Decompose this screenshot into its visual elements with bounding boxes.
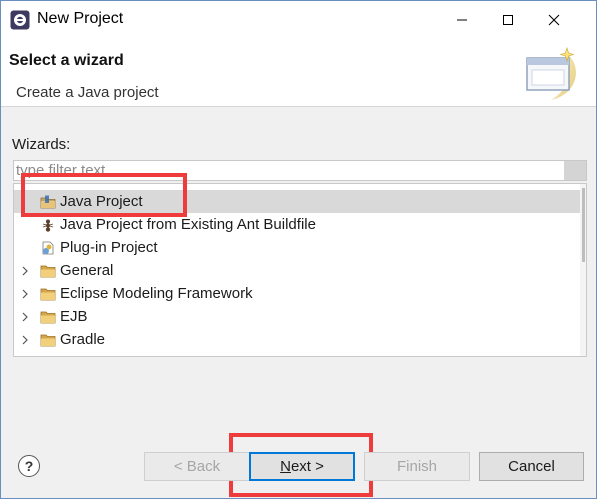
tree-item-label: EJB (60, 308, 88, 325)
minimize-button[interactable] (439, 1, 485, 38)
cancel-button[interactable]: Cancel (479, 452, 584, 481)
banner-description: Create a Java project (16, 84, 159, 101)
new-project-dialog: New Project Select a wizard Create a Jav… (0, 0, 597, 499)
finish-button[interactable]: Finish (364, 452, 470, 481)
close-icon (548, 14, 560, 25)
window-title: New Project (37, 10, 124, 27)
tree-item-label: Plug-in Project (60, 239, 158, 256)
tree-item-label: Eclipse Modeling Framework (60, 285, 253, 302)
highlight-java-project (21, 173, 187, 217)
tree-scrollbar[interactable] (580, 184, 586, 356)
folder-icon (39, 354, 57, 357)
next-button-label: Next > (280, 458, 324, 475)
tree-item-label: General (60, 262, 114, 279)
wizard-banner: Select a wizard Create a Java project (1, 38, 596, 107)
back-button[interactable]: < Back (144, 452, 250, 481)
tree-item-eclipse-modeling-framework[interactable]: Eclipse Modeling Framework (14, 282, 580, 305)
tree-item-label: Java Project from Existing Ant Buildfile (60, 216, 316, 233)
eclipse-app-icon (10, 10, 30, 30)
tree-item-general[interactable]: General (14, 259, 580, 282)
expand-chevron-icon[interactable] (20, 305, 30, 328)
folder-icon (39, 308, 57, 326)
tree-item-ejb[interactable]: EJB (14, 305, 580, 328)
tree-item-label: Gradle (60, 331, 106, 348)
title-bar: New Project (1, 1, 596, 38)
expand-chevron-icon[interactable] (20, 259, 30, 282)
plugin-project-icon (39, 239, 57, 257)
tree-item-plugin-project[interactable]: Plug-in Project (14, 236, 580, 259)
wizards-label: Wizards: (12, 136, 71, 153)
banner-title: Select a wizard (9, 52, 124, 69)
close-button[interactable] (531, 1, 577, 38)
ant-icon (39, 216, 57, 234)
help-button[interactable]: ? (18, 455, 40, 477)
tree-scrollbar-thumb[interactable] (582, 188, 585, 262)
minimize-icon (457, 19, 467, 20)
folder-icon (39, 285, 57, 303)
expand-chevron-icon[interactable] (20, 328, 30, 351)
tree-item-gradle[interactable]: Gradle (14, 328, 580, 351)
next-label-rest: ext > (290, 458, 324, 475)
maximize-button[interactable] (485, 1, 531, 38)
next-mnemonic: N (280, 458, 291, 475)
wizard-banner-icon (526, 47, 576, 100)
maximize-icon (503, 14, 513, 25)
folder-icon (39, 331, 57, 349)
tree-item-partial[interactable] (14, 351, 580, 357)
expand-chevron-icon[interactable] (20, 282, 30, 305)
filter-clear-button[interactable] (564, 161, 586, 180)
next-button[interactable]: Next > (249, 452, 355, 481)
folder-icon (39, 262, 57, 280)
